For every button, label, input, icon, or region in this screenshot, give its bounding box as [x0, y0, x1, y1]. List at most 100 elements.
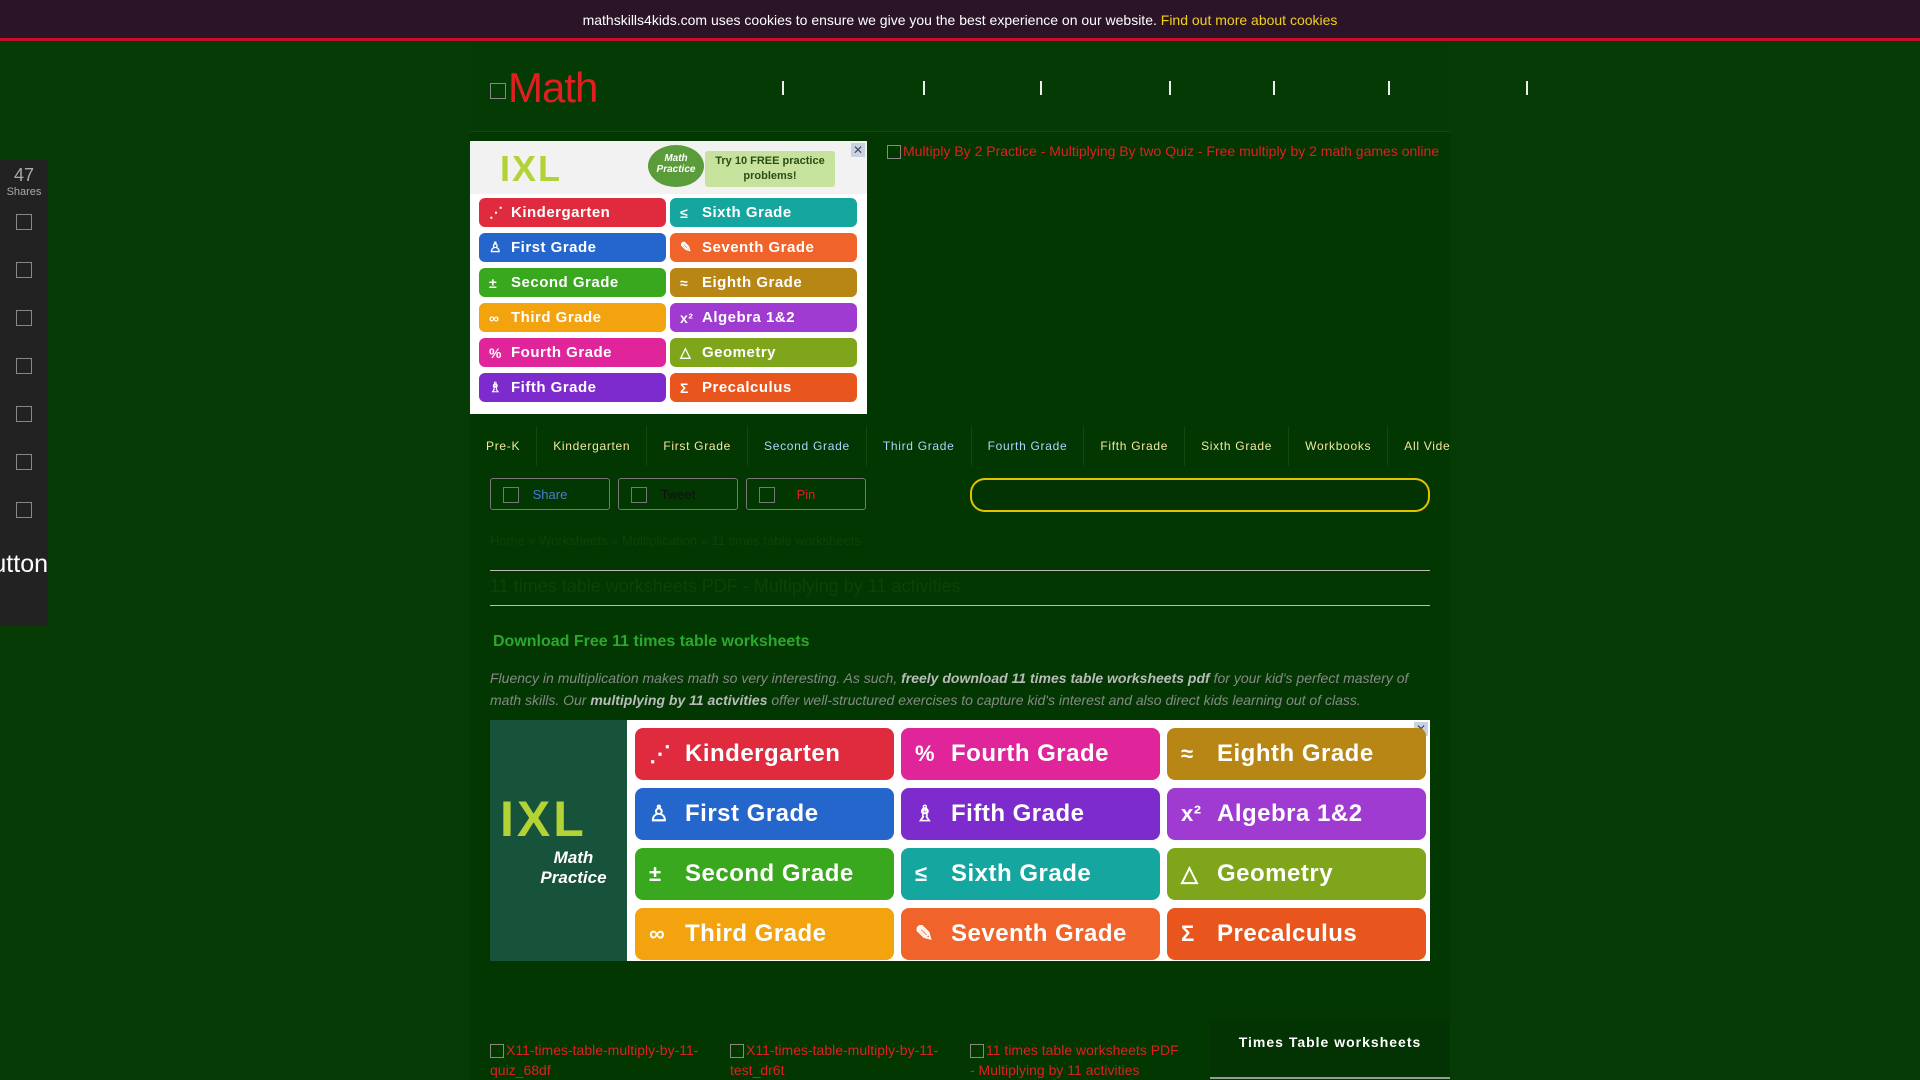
grade-label: Precalculus — [1217, 920, 1358, 947]
promo-image[interactable]: Multiply By 2 Practice - Multiplying By … — [887, 142, 1447, 160]
grade-button[interactable]: ≤ Sixth Grade — [670, 198, 857, 227]
grade-icon: x² — [1181, 801, 1202, 826]
grade-button[interactable]: △ Geometry — [670, 338, 857, 367]
grade-button[interactable]: Σ Precalculus — [1167, 908, 1426, 960]
grade-nav-item[interactable]: Kindergarten — [537, 426, 648, 466]
pinterest-icon — [759, 487, 775, 503]
grade-button[interactable]: ± Second Grade — [479, 268, 666, 297]
top-nav-item[interactable]: Videos — [1273, 81, 1387, 95]
grade-label: Geometry — [702, 344, 777, 361]
intro-paragraph: Fluency in multiplication makes math so … — [490, 670, 1409, 708]
grade-icon: ♗ — [489, 379, 503, 395]
breadcrumb[interactable]: Home » Worksheets » Multiplication » 11 … — [490, 533, 861, 548]
grade-nav-item[interactable]: Third Grade — [867, 426, 972, 466]
grade-button[interactable]: ≈ Eighth Grade — [670, 268, 857, 297]
grade-button[interactable]: ✎ Seventh Grade — [670, 233, 857, 262]
grade-label: Algebra 1&2 — [702, 309, 796, 326]
grade-button[interactable]: ♙ First Grade — [635, 788, 894, 840]
ad2-brand-panel: IXL Math Practice — [490, 720, 627, 961]
social-buttons: Share Tweet Pin — [490, 478, 866, 510]
ixl-logo: IXL — [500, 791, 587, 847]
grade-icon: % — [915, 741, 936, 766]
grade-button[interactable]: ♗ Fifth Grade — [479, 373, 666, 402]
ad-close-button[interactable]: ✕ — [851, 143, 865, 157]
grade-nav: Pre-K Kindergarten First Grade Second Grade… — [470, 426, 1450, 466]
try-free-button[interactable]: Try 10 FREE practice problems! — [705, 151, 835, 187]
top-nav-item[interactable]: Math Quiz — [1168, 81, 1274, 109]
top-nav-item[interactable]: Math Games — [923, 81, 1040, 109]
email-icon[interactable] — [0, 390, 48, 438]
search-input[interactable] — [970, 478, 1430, 512]
facebook-icon — [503, 487, 519, 503]
grade-button[interactable]: Σ Precalculus — [670, 373, 857, 402]
grade-button[interactable]: ± Second Grade — [635, 848, 894, 900]
worksheet-thumbnail[interactable]: X11-times-table-multiply-by-11-test_dr6t — [730, 1040, 945, 1080]
cookie-link[interactable]: Find out more about cookies — [1161, 12, 1338, 28]
top-nav-item[interactable]: Contact — [1525, 81, 1645, 95]
grade-button[interactable]: x² Algebra 1&2 — [670, 303, 857, 332]
grade-nav-item[interactable]: First Grade — [647, 426, 749, 466]
worksheet-thumbnail[interactable]: 11 times table worksheets PDF - Multiply… — [970, 1040, 1185, 1080]
pinterest-icon — [16, 310, 32, 326]
share-count-label: Shares — [6, 186, 42, 198]
print-icon[interactable] — [0, 438, 48, 486]
grade-label: Seventh Grade — [702, 239, 815, 256]
times-table-sidebar: Times Table worksheets — [1210, 1021, 1450, 1079]
grade-nav-item[interactable]: Fourth Grade — [972, 426, 1085, 466]
facebook-icon[interactable] — [0, 198, 48, 246]
grade-icon: ✎ — [680, 239, 693, 255]
email-icon — [16, 406, 32, 422]
more-icon[interactable] — [0, 486, 48, 534]
linkedin-icon[interactable] — [0, 342, 48, 390]
grade-label: Fifth Grade — [511, 379, 597, 396]
grade-nav-item[interactable]: Fifth Grade — [1084, 426, 1186, 466]
ixl-ad-banner[interactable]: IXL Math Practice Try 10 FREE practice p… — [470, 141, 867, 414]
grade-nav-item[interactable]: All Videos — [1388, 426, 1450, 466]
hide-sharing-button[interactable]: arrow_left Sharing Button — [0, 552, 48, 576]
grade-button[interactable]: ♙ First Grade — [479, 233, 666, 262]
tweet-button[interactable]: Tweet — [618, 478, 738, 510]
grade-label: Precalculus — [702, 379, 792, 396]
top-nav-item[interactable]: Word Problems — [1039, 81, 1169, 109]
grade-button[interactable]: % Fourth Grade — [901, 728, 1160, 780]
grade-label: First Grade — [511, 239, 597, 256]
ixl-ad-banner-large[interactable]: IXL Math Practice ✕ ⋰Kindergarten%Fourth… — [490, 720, 1430, 961]
grade-button[interactable]: ∞ Third Grade — [479, 303, 666, 332]
top-nav-item[interactable]: Worksheets — [782, 81, 923, 95]
site-header: Math Skills 4 Kids WorksheetsMath GamesW… — [470, 44, 1607, 132]
grade-button[interactable]: ✎ Seventh Grade — [901, 908, 1160, 960]
grade-label: Second Grade — [685, 860, 854, 887]
site-logo[interactable]: Math Skills 4 Kids — [490, 62, 690, 114]
grade-label: Kindergarten — [685, 740, 841, 767]
top-nav: Worksheets Math Games Word Problems Math Qu… — [782, 78, 1645, 109]
grade-icon: ♗ — [915, 801, 936, 826]
grade-icon: △ — [1181, 861, 1199, 886]
grade-button[interactable]: ≈ Eighth Grade — [1167, 728, 1426, 780]
grade-button[interactable]: ≤ Sixth Grade — [901, 848, 1160, 900]
grade-button[interactable]: ⋰ Kindergarten — [479, 198, 666, 227]
grade-button[interactable]: ⋰ Kindergarten — [635, 728, 894, 780]
grade-label: Fourth Grade — [511, 344, 613, 361]
grade-label: First Grade — [685, 800, 819, 827]
grade-icon: ≈ — [1181, 741, 1194, 766]
twitter-icon — [16, 262, 32, 278]
top-nav-item[interactable]: Workbooks — [1387, 81, 1526, 95]
grade-button[interactable]: ♗ Fifth Grade — [901, 788, 1160, 840]
grade-button[interactable]: x² Algebra 1&2 — [1167, 788, 1426, 840]
grade-nav-item[interactable]: Second Grade — [748, 426, 867, 466]
worksheet-thumbnail[interactable]: X11-times-table-multiply-by-11-quiz_68df — [490, 1040, 705, 1080]
grade-icon: ± — [489, 274, 498, 291]
grade-nav-item[interactable]: Sixth Grade — [1185, 426, 1290, 466]
grade-icon: x² — [680, 309, 694, 326]
pinterest-icon[interactable] — [0, 294, 48, 342]
divider — [490, 570, 1430, 571]
facebook-share-button[interactable]: Share — [490, 478, 610, 510]
grade-button[interactable]: △ Geometry — [1167, 848, 1426, 900]
twitter-icon[interactable] — [0, 246, 48, 294]
pin-button[interactable]: Pin — [746, 478, 866, 510]
grade-nav-item[interactable]: Pre-K — [470, 426, 538, 466]
grade-nav-item[interactable]: Workbooks — [1289, 426, 1389, 466]
grade-button[interactable]: % Fourth Grade — [479, 338, 666, 367]
grade-button[interactable]: ∞ Third Grade — [635, 908, 894, 960]
grade-label: Fourth Grade — [951, 740, 1110, 767]
